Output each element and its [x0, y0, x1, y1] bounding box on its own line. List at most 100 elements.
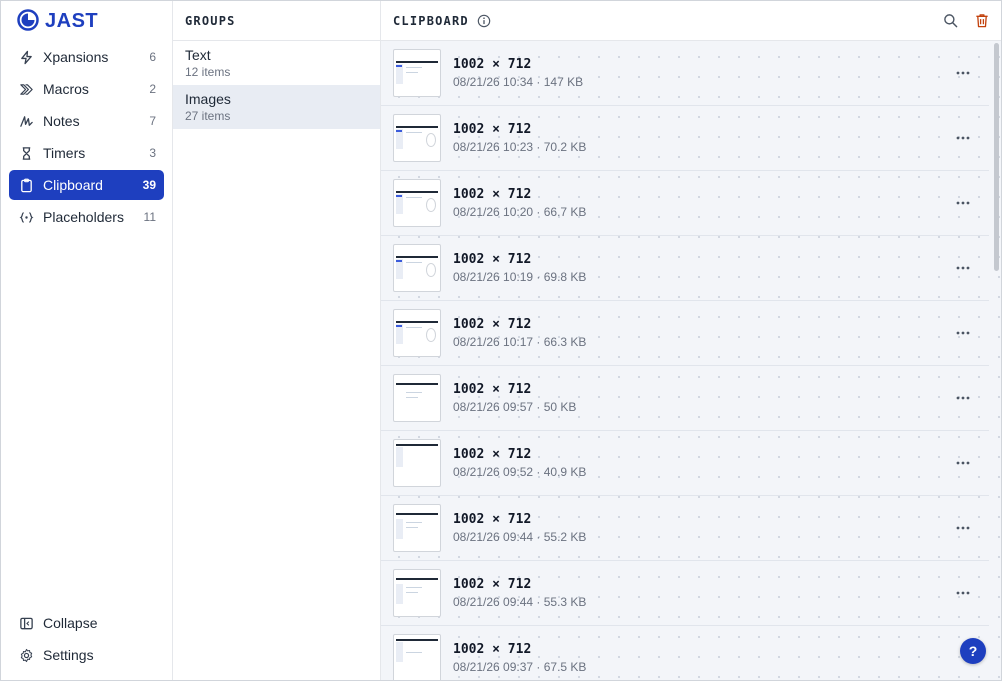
collapse-label: Collapse	[43, 615, 98, 631]
clipboard-item[interactable]: 1002 × 712 08/21/26 10:20 · 66.7 KB	[381, 171, 989, 236]
chevrons-right-icon	[18, 81, 34, 97]
sidebar-footer: Collapse Settings	[1, 608, 172, 680]
search-icon[interactable]	[941, 12, 959, 30]
image-dimensions: 1002 × 712	[453, 122, 532, 137]
scribble-icon	[18, 113, 34, 129]
info-icon[interactable]	[477, 14, 491, 28]
sidebar-item-label: Timers	[43, 145, 86, 161]
sidebar-item-count: 2	[149, 82, 156, 96]
sidebar: JAST Xpansions 6 Macros 2 Notes 7 Timers…	[1, 1, 173, 680]
sidebar-item-count: 11	[143, 210, 156, 224]
clipboard-item[interactable]: 1002 × 712 08/21/26 10:34 · 147 KB	[381, 41, 989, 106]
sidebar-item-count: 6	[149, 50, 156, 64]
item-meta: 08/21/26 10:23 · 70.2 KB	[453, 140, 587, 154]
more-options-icon[interactable]	[955, 325, 971, 341]
sidebar-item-count: 39	[142, 178, 156, 192]
clipboard-list: 1002 × 712 08/21/26 10:34 · 147 KB 1002 ×…	[381, 41, 1001, 680]
item-meta: 08/21/26 09:44 · 55.3 KB	[453, 595, 587, 609]
more-options-icon[interactable]	[955, 195, 971, 211]
sidebar-item-notes[interactable]: Notes 7	[9, 106, 164, 136]
clipboard-actions	[941, 12, 991, 30]
group-name: Images	[185, 91, 231, 107]
groups-pane: GROUPS Text 12 items Images 27 items	[173, 1, 381, 680]
item-meta: 08/21/26 09:44 · 55.2 KB	[453, 530, 587, 544]
image-dimensions: 1002 × 712	[453, 642, 532, 657]
gear-icon	[18, 647, 34, 663]
brand[interactable]: JAST	[1, 1, 172, 41]
settings-label: Settings	[43, 647, 94, 663]
image-dimensions: 1002 × 712	[453, 382, 532, 397]
logo-icon	[17, 8, 39, 34]
image-thumbnail	[393, 439, 441, 487]
sidebar-item-timers[interactable]: Timers 3	[9, 138, 164, 168]
image-thumbnail	[393, 309, 441, 357]
image-thumbnail	[393, 114, 441, 162]
item-meta: 08/21/26 10:19 · 69.8 KB	[453, 270, 587, 284]
sidebar-item-label: Xpansions	[43, 49, 109, 65]
clipboard-item[interactable]: 1002 × 712 08/21/26 10:17 · 66.3 KB	[381, 301, 989, 366]
sidebar-item-count: 7	[149, 114, 156, 128]
more-options-icon[interactable]	[955, 455, 971, 471]
group-item-images[interactable]: Images 27 items	[173, 85, 380, 129]
collapse-button[interactable]: Collapse	[9, 608, 164, 638]
clipboard-item[interactable]: 1002 × 712 08/21/26 10:23 · 70.2 KB	[381, 106, 989, 171]
item-meta: 08/21/26 10:17 · 66.3 KB	[453, 335, 587, 349]
image-dimensions: 1002 × 712	[453, 187, 532, 202]
more-options-icon[interactable]	[955, 585, 971, 601]
braces-icon	[18, 209, 34, 225]
item-meta: 08/21/26 10:34 · 147 KB	[453, 75, 584, 89]
image-thumbnail	[393, 569, 441, 617]
clipboard-pane: CLIPBOARD 1002 × 712 08/21/26 10:34 · 147…	[381, 1, 1001, 680]
scrollbar-thumb[interactable]	[994, 43, 999, 271]
sidebar-item-macros[interactable]: Macros 2	[9, 74, 164, 104]
sidebar-nav: Xpansions 6 Macros 2 Notes 7 Timers 3 Cl…	[1, 41, 172, 608]
item-meta: 08/21/26 09:37 · 67.5 KB	[453, 660, 587, 674]
clipboard-title: CLIPBOARD	[393, 13, 469, 28]
bolt-icon	[18, 49, 34, 65]
trash-icon[interactable]	[973, 12, 991, 30]
clipboard-item[interactable]: 1002 × 712 08/21/26 09:52 · 40.9 KB	[381, 431, 989, 496]
image-dimensions: 1002 × 712	[453, 577, 532, 592]
sidebar-item-label: Clipboard	[43, 177, 103, 193]
item-meta: 08/21/26 09:57 · 50 KB	[453, 400, 577, 414]
group-count: 12 items	[185, 65, 231, 79]
clipboard-item[interactable]: 1002 × 712 08/21/26 10:19 · 69.8 KB	[381, 236, 989, 301]
more-options-icon[interactable]	[955, 390, 971, 406]
hourglass-icon	[18, 145, 34, 161]
help-button[interactable]: ?	[960, 638, 986, 664]
image-dimensions: 1002 × 712	[453, 57, 532, 72]
image-thumbnail	[393, 504, 441, 552]
image-thumbnail	[393, 49, 441, 97]
clipboard-list-area: 1002 × 712 08/21/26 10:34 · 147 KB 1002 ×…	[381, 41, 1001, 680]
groups-header: GROUPS	[173, 1, 380, 41]
more-options-icon[interactable]	[955, 520, 971, 536]
sidebar-item-label: Notes	[43, 113, 80, 129]
brand-name: JAST	[45, 9, 99, 32]
group-item-text[interactable]: Text 12 items	[173, 41, 380, 85]
sidebar-collapse-icon	[18, 615, 34, 631]
group-count: 27 items	[185, 109, 231, 123]
clipboard-item[interactable]: 1002 × 712 08/21/26 09:37 · 67.5 KB	[381, 626, 989, 680]
clipboard-icon	[18, 177, 34, 193]
more-options-icon[interactable]	[955, 65, 971, 81]
image-thumbnail	[393, 374, 441, 422]
clipboard-item[interactable]: 1002 × 712 08/21/26 09:44 · 55.3 KB	[381, 561, 989, 626]
image-dimensions: 1002 × 712	[453, 317, 532, 332]
settings-button[interactable]: Settings	[9, 640, 164, 670]
app-window: JAST Xpansions 6 Macros 2 Notes 7 Timers…	[0, 0, 1002, 681]
clipboard-item[interactable]: 1002 × 712 08/21/26 09:57 · 50 KB	[381, 366, 989, 431]
image-dimensions: 1002 × 712	[453, 447, 532, 462]
sidebar-item-label: Placeholders	[43, 209, 124, 225]
image-dimensions: 1002 × 712	[453, 512, 532, 527]
sidebar-item-clipboard[interactable]: Clipboard 39	[9, 170, 164, 200]
item-meta: 08/21/26 09:52 · 40.9 KB	[453, 465, 587, 479]
image-thumbnail	[393, 634, 441, 680]
sidebar-item-count: 3	[149, 146, 156, 160]
sidebar-item-xpansions[interactable]: Xpansions 6	[9, 42, 164, 72]
more-options-icon[interactable]	[955, 260, 971, 276]
sidebar-item-placeholders[interactable]: Placeholders 11	[9, 202, 164, 232]
sidebar-item-label: Macros	[43, 81, 89, 97]
more-options-icon[interactable]	[955, 130, 971, 146]
clipboard-header: CLIPBOARD	[381, 1, 1001, 41]
clipboard-item[interactable]: 1002 × 712 08/21/26 09:44 · 55.2 KB	[381, 496, 989, 561]
